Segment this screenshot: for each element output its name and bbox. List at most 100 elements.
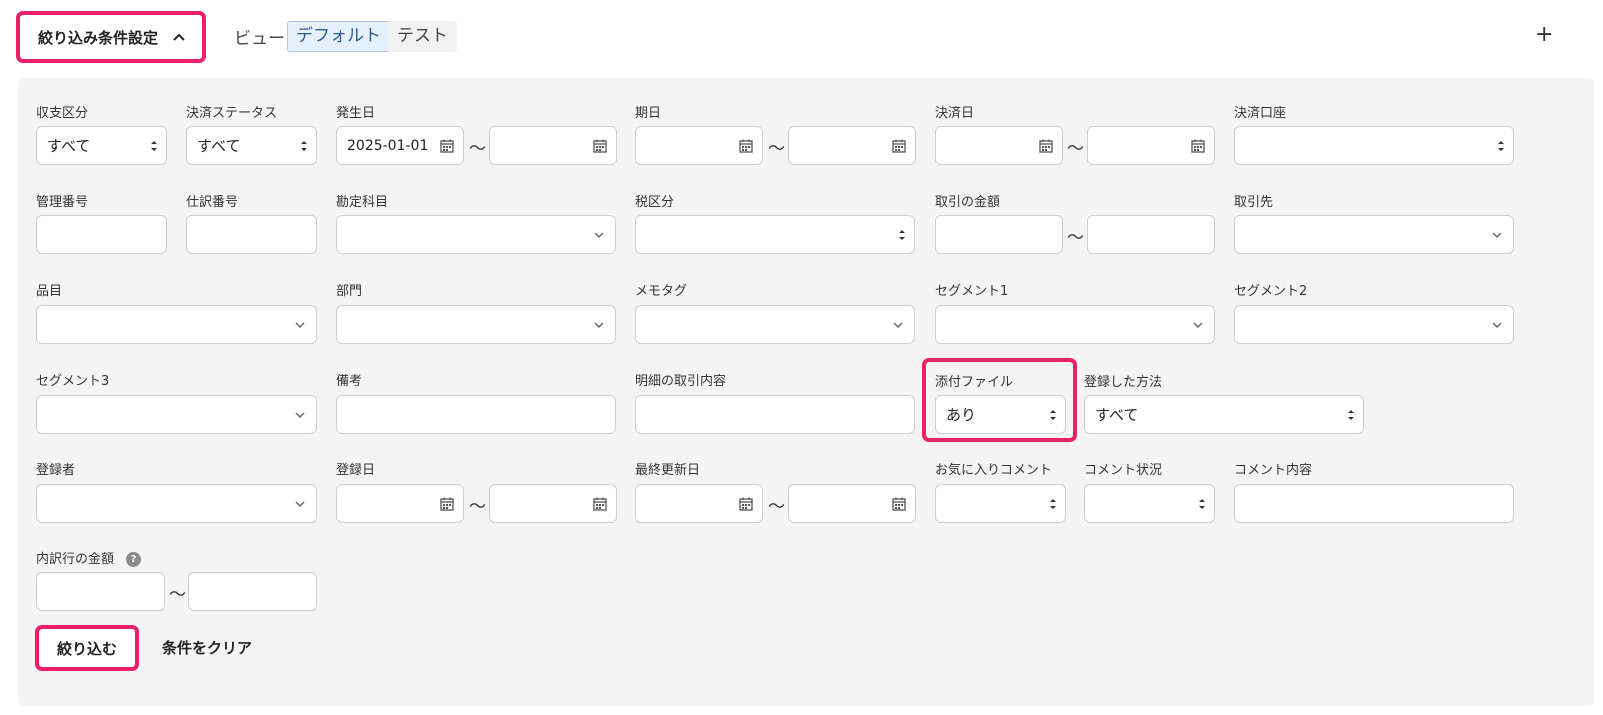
label-memo-tag: メモタグ xyxy=(635,284,688,299)
memo-tag-select[interactable] xyxy=(635,305,915,344)
calendar-icon[interactable] xyxy=(592,138,608,154)
updown-arrows-icon xyxy=(151,141,157,151)
clear-conditions-button[interactable]: 条件をクリア xyxy=(162,637,252,658)
comment-status-select[interactable] xyxy=(1084,484,1215,523)
chevron-down-icon xyxy=(295,501,305,508)
detail-content-input[interactable] xyxy=(635,395,915,434)
chevron-down-icon xyxy=(594,232,604,239)
journal-number-input[interactable] xyxy=(186,215,317,254)
label-remarks: 備考 xyxy=(336,374,363,389)
chevron-down-icon xyxy=(594,322,604,329)
updown-arrows-icon xyxy=(301,141,307,151)
registrant-select[interactable] xyxy=(36,484,317,523)
filter-submit-button[interactable]: 絞り込む xyxy=(35,625,139,671)
label-attachment: 添付ファイル xyxy=(935,375,1014,390)
tax-category-select[interactable] xyxy=(635,215,915,254)
item-select[interactable] xyxy=(36,305,317,344)
label-issue-date: 発生日 xyxy=(336,106,376,121)
segment2-select[interactable] xyxy=(1234,305,1514,344)
label-income-type: 収支区分 xyxy=(36,106,89,121)
label-account-item: 勘定科目 xyxy=(336,195,389,210)
label-tax-category: 税区分 xyxy=(635,195,675,210)
department-select[interactable] xyxy=(336,305,616,344)
last-updated-to-input[interactable] xyxy=(788,484,916,523)
account-item-select[interactable] xyxy=(336,215,616,254)
label-segment3: セグメント3 xyxy=(36,374,110,389)
label-breakdown-amount: 内訳行の金額 xyxy=(36,552,115,567)
view-tab-default[interactable]: デフォルト xyxy=(287,21,390,52)
favorite-comment-select[interactable] xyxy=(935,484,1066,523)
label-item: 品目 xyxy=(36,284,63,299)
calendar-icon[interactable] xyxy=(592,496,608,512)
attachment-select[interactable]: あり xyxy=(935,395,1066,434)
issue-date-from-input[interactable]: 2025-01-01 xyxy=(336,126,464,165)
calendar-icon[interactable] xyxy=(738,138,754,154)
chevron-down-icon xyxy=(295,412,305,419)
last-updated-from-input[interactable] xyxy=(635,484,763,523)
view-tab-test[interactable]: テスト xyxy=(388,21,457,52)
label-detail-content: 明細の取引内容 xyxy=(635,374,727,389)
income-type-select[interactable]: すべて xyxy=(36,126,167,165)
calendar-icon[interactable] xyxy=(738,496,754,512)
chevron-down-icon xyxy=(1193,322,1203,329)
issue-date-to-input[interactable] xyxy=(489,126,617,165)
range-separator: 〜 xyxy=(169,585,186,605)
updown-arrows-icon xyxy=(1498,141,1504,151)
comment-content-input[interactable] xyxy=(1234,484,1514,523)
segment1-select[interactable] xyxy=(935,305,1215,344)
range-separator: 〜 xyxy=(469,139,486,159)
partner-select[interactable] xyxy=(1234,215,1514,254)
label-journal-number: 仕訳番号 xyxy=(186,195,239,210)
add-view-button[interactable]: + xyxy=(1535,22,1553,47)
calendar-icon[interactable] xyxy=(439,138,455,154)
label-last-updated: 最終更新日 xyxy=(635,463,701,478)
segment3-select[interactable] xyxy=(36,395,317,434)
updown-arrows-icon xyxy=(1348,410,1354,420)
chevron-down-icon xyxy=(295,322,305,329)
settlement-account-select[interactable] xyxy=(1234,126,1514,165)
label-favorite-comment: お気に入りコメント xyxy=(935,463,1053,478)
label-partner: 取引先 xyxy=(1234,195,1274,210)
registration-method-select[interactable]: すべて xyxy=(1084,395,1364,434)
transaction-amount-to-input[interactable] xyxy=(1087,215,1215,254)
calendar-icon[interactable] xyxy=(1038,138,1054,154)
label-registration-method: 登録した方法 xyxy=(1084,375,1163,390)
calendar-icon[interactable] xyxy=(1190,138,1206,154)
settlement-date-to-input[interactable] xyxy=(1087,126,1215,165)
calendar-icon[interactable] xyxy=(891,496,907,512)
label-registered-date: 登録日 xyxy=(336,463,376,478)
filter-header: 絞り込み条件設定 ビュー デフォルト テスト + xyxy=(0,0,1603,70)
calendar-icon[interactable] xyxy=(891,138,907,154)
label-control-number: 管理番号 xyxy=(36,195,89,210)
help-icon[interactable]: ? xyxy=(126,552,141,567)
filter-toggle-label: 絞り込み条件設定 xyxy=(38,28,159,47)
filter-panel xyxy=(18,78,1594,706)
breakdown-amount-to-input[interactable] xyxy=(188,572,317,611)
chevron-up-icon xyxy=(173,33,185,41)
settlement-date-from-input[interactable] xyxy=(935,126,1063,165)
label-segment1: セグメント1 xyxy=(935,284,1009,299)
label-segment2: セグメント2 xyxy=(1234,284,1308,299)
settlement-status-select[interactable]: すべて xyxy=(186,126,317,165)
due-date-to-input[interactable] xyxy=(788,126,916,165)
label-settlement-account: 決済口座 xyxy=(1234,106,1287,121)
registered-date-to-input[interactable] xyxy=(489,484,617,523)
calendar-icon[interactable] xyxy=(439,496,455,512)
remarks-input[interactable] xyxy=(336,395,616,434)
registered-date-from-input[interactable] xyxy=(336,484,464,523)
label-department: 部門 xyxy=(336,284,363,299)
chevron-down-icon xyxy=(893,322,903,329)
filter-toggle-button[interactable]: 絞り込み条件設定 xyxy=(16,11,206,63)
label-due-date: 期日 xyxy=(635,106,662,121)
updown-arrows-icon xyxy=(1050,410,1056,420)
due-date-from-input[interactable] xyxy=(635,126,763,165)
label-comment-status: コメント状況 xyxy=(1084,463,1163,478)
control-number-input[interactable] xyxy=(36,215,167,254)
updown-arrows-icon xyxy=(1199,499,1205,509)
label-settlement-status: 決済ステータス xyxy=(186,106,278,121)
updown-arrows-icon xyxy=(1050,499,1056,509)
view-label: ビュー xyxy=(234,29,285,49)
breakdown-amount-from-input[interactable] xyxy=(36,572,165,611)
range-separator: 〜 xyxy=(768,497,785,517)
transaction-amount-from-input[interactable] xyxy=(935,215,1063,254)
